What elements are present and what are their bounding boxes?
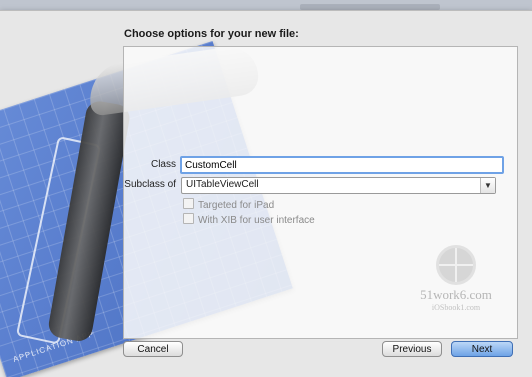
- previous-button[interactable]: Previous: [382, 341, 442, 357]
- next-button[interactable]: Next: [451, 341, 513, 357]
- checkbox-icon[interactable]: [183, 198, 194, 209]
- targeted-ipad-checkbox[interactable]: Targeted for iPad: [183, 198, 275, 211]
- dialog-title: Choose options for your new file:: [124, 28, 299, 40]
- checkbox-icon[interactable]: [183, 213, 194, 224]
- class-label: Class: [150, 159, 176, 170]
- watermark-line1: 51work6.com: [420, 287, 492, 302]
- watermark-logo-icon: [436, 245, 476, 285]
- watermark: 51work6.com iOSbook1.com: [416, 245, 496, 312]
- subclass-label: Subclass of: [124, 179, 176, 190]
- subclass-select-value: UITableViewCell: [186, 179, 259, 190]
- new-file-dialog: APPLICATION APP Choose options for your …: [0, 10, 532, 377]
- cancel-button[interactable]: Cancel: [123, 341, 183, 357]
- checkbox-label: Targeted for iPad: [198, 200, 275, 211]
- watermark-line2: iOSbook1.com: [431, 303, 481, 312]
- class-name-input[interactable]: [180, 156, 504, 174]
- dropdown-arrow-icon[interactable]: ▼: [480, 178, 495, 193]
- checkbox-label: With XIB for user interface: [198, 215, 315, 226]
- with-xib-checkbox[interactable]: With XIB for user interface: [183, 213, 315, 226]
- subclass-select[interactable]: UITableViewCell ▼: [181, 177, 496, 194]
